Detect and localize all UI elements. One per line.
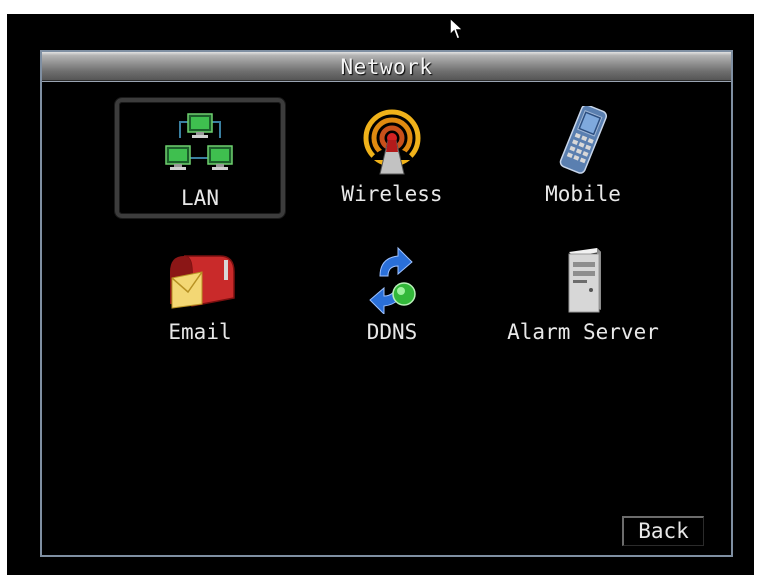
title-bar: Network [42,52,731,81]
mobile-phone-icon [559,106,608,174]
back-button[interactable]: Back [622,516,704,546]
server-tower-icon [568,248,601,313]
wireless-antenna-icon [363,109,421,175]
network-menu-panel: Network LAN Wireless Mobile Email DDNS A… [40,50,733,557]
menu-item-email[interactable]: Email [115,236,285,356]
menu-item-label: Wireless [341,182,443,206]
menu-item-label: Mobile [545,182,621,206]
menu-item-wireless[interactable]: Wireless [307,98,477,218]
menu-item-label: DDNS [366,320,418,344]
mouse-cursor-icon [449,17,465,40]
menu-item-alarm-server[interactable]: Alarm Server [498,236,668,356]
ddns-arrows-icon [369,246,416,314]
lan-network-icon [165,113,233,170]
menu-item-label: Email [168,320,232,344]
title-divider [42,81,731,82]
menu-item-mobile[interactable]: Mobile [498,98,668,218]
menu-item-label: LAN [181,186,219,210]
menu-item-label: Alarm Server [507,320,659,344]
page-title: Network [340,55,433,79]
menu-item-ddns[interactable]: DDNS [307,236,477,356]
mailbox-icon [170,255,235,309]
dvr-screen: Network LAN Wireless Mobile Email DDNS A… [7,14,754,575]
menu-item-lan[interactable]: LAN [115,98,285,218]
